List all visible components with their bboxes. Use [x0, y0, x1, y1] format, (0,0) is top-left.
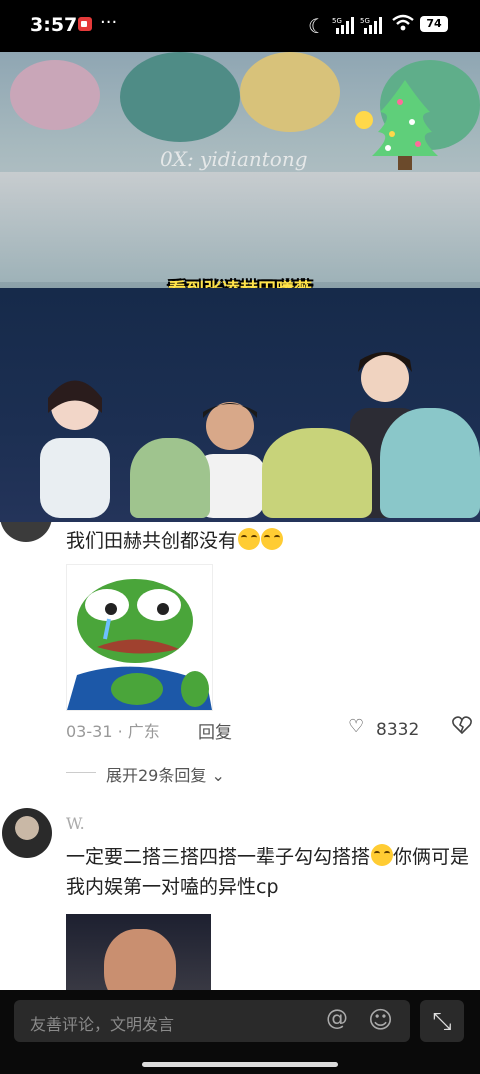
avatar[interactable]	[0, 522, 52, 542]
at-mention-icon[interactable]: @	[326, 1006, 348, 1031]
more-notifications-icon: ···	[100, 12, 118, 33]
flower-bouquet	[240, 52, 340, 132]
comment-input-bar: 友善评论，文明发言 @ ☺ ⤡	[0, 990, 480, 1074]
expand-replies-label: 展开29条回复	[106, 766, 207, 785]
expand-fullscreen-icon[interactable]: ⤡	[420, 1000, 464, 1042]
flower-bouquet	[10, 60, 100, 130]
flower-bouquet	[262, 428, 372, 518]
battery-indicator: 74	[420, 16, 448, 32]
comment-username[interactable]: W.	[66, 814, 85, 833]
video-watermark: 0X: yidiantong	[160, 147, 308, 171]
chevron-down-icon: ⌄	[211, 766, 225, 785]
reply-button[interactable]: 回复	[198, 718, 232, 743]
cellular-signal-icon: 5G	[332, 17, 354, 34]
status-bar: 3:57 ··· ☾ 5G 5G 74	[0, 0, 480, 52]
svg-text:5G: 5G	[360, 17, 370, 25]
crying-emoji-icon	[371, 844, 394, 866]
cellular-signal-icon-2: 5G	[360, 17, 382, 34]
status-time: 3:57	[30, 14, 78, 36]
comment-text: 一定要二搭三搭四搭一辈子勾勾搭搭 你俩可是我内娱第一对嗑的异性cp	[66, 842, 476, 902]
flower-bouquet	[130, 438, 210, 518]
comment-date-location: 03-31 · 广东	[66, 722, 160, 741]
heart-icon[interactable]: ♡	[348, 716, 364, 737]
video-bottom-scene	[0, 288, 480, 522]
comment-list[interactable]: 我们田赫共创都没有 03-31 · 广东 回复 ♡ 8332 展开29条回复 ⌄…	[0, 522, 480, 990]
divider	[66, 772, 96, 773]
emoji-icon[interactable]: ☺	[368, 1006, 393, 1034]
christmas-tree-sticker-icon	[355, 80, 438, 170]
do-not-disturb-moon-icon: ☾	[308, 14, 326, 38]
flower-bouquet	[380, 408, 480, 518]
broken-heart-icon[interactable]	[452, 716, 472, 739]
comment-body: 一定要二搭三搭四搭一辈子勾勾搭搭	[66, 846, 371, 868]
comment-body: 我们田赫共创都没有	[66, 530, 238, 552]
comment-text: 我们田赫共创都没有	[66, 526, 284, 556]
person-figure	[40, 380, 110, 518]
comment-photo[interactable]	[66, 914, 211, 990]
crying-emoji-icon	[238, 528, 261, 550]
gift-table	[0, 172, 480, 282]
svg-text:5G: 5G	[332, 17, 342, 25]
comment-input[interactable]: 友善评论，文明发言 @ ☺	[14, 1000, 410, 1042]
screen-record-icon	[78, 17, 92, 31]
video-top-scene: 0X: yidiantong 看到张凌赫田曦薇	[0, 52, 480, 301]
home-indicator[interactable]	[142, 1062, 338, 1067]
avatar[interactable]	[2, 808, 52, 858]
wifi-icon	[392, 14, 414, 37]
like-count: 8332	[376, 720, 420, 740]
crying-emoji-icon	[261, 528, 284, 550]
expand-replies-button[interactable]: 展开29条回复 ⌄	[106, 762, 225, 786]
face-image	[104, 929, 176, 990]
flower-bouquet	[120, 52, 240, 142]
video-frame[interactable]: 0X: yidiantong 看到张凌赫田曦薇	[0, 52, 480, 522]
comment-input-placeholder: 友善评论，文明发言	[30, 1015, 175, 1034]
crying-frog-sticker-image[interactable]	[66, 564, 213, 711]
